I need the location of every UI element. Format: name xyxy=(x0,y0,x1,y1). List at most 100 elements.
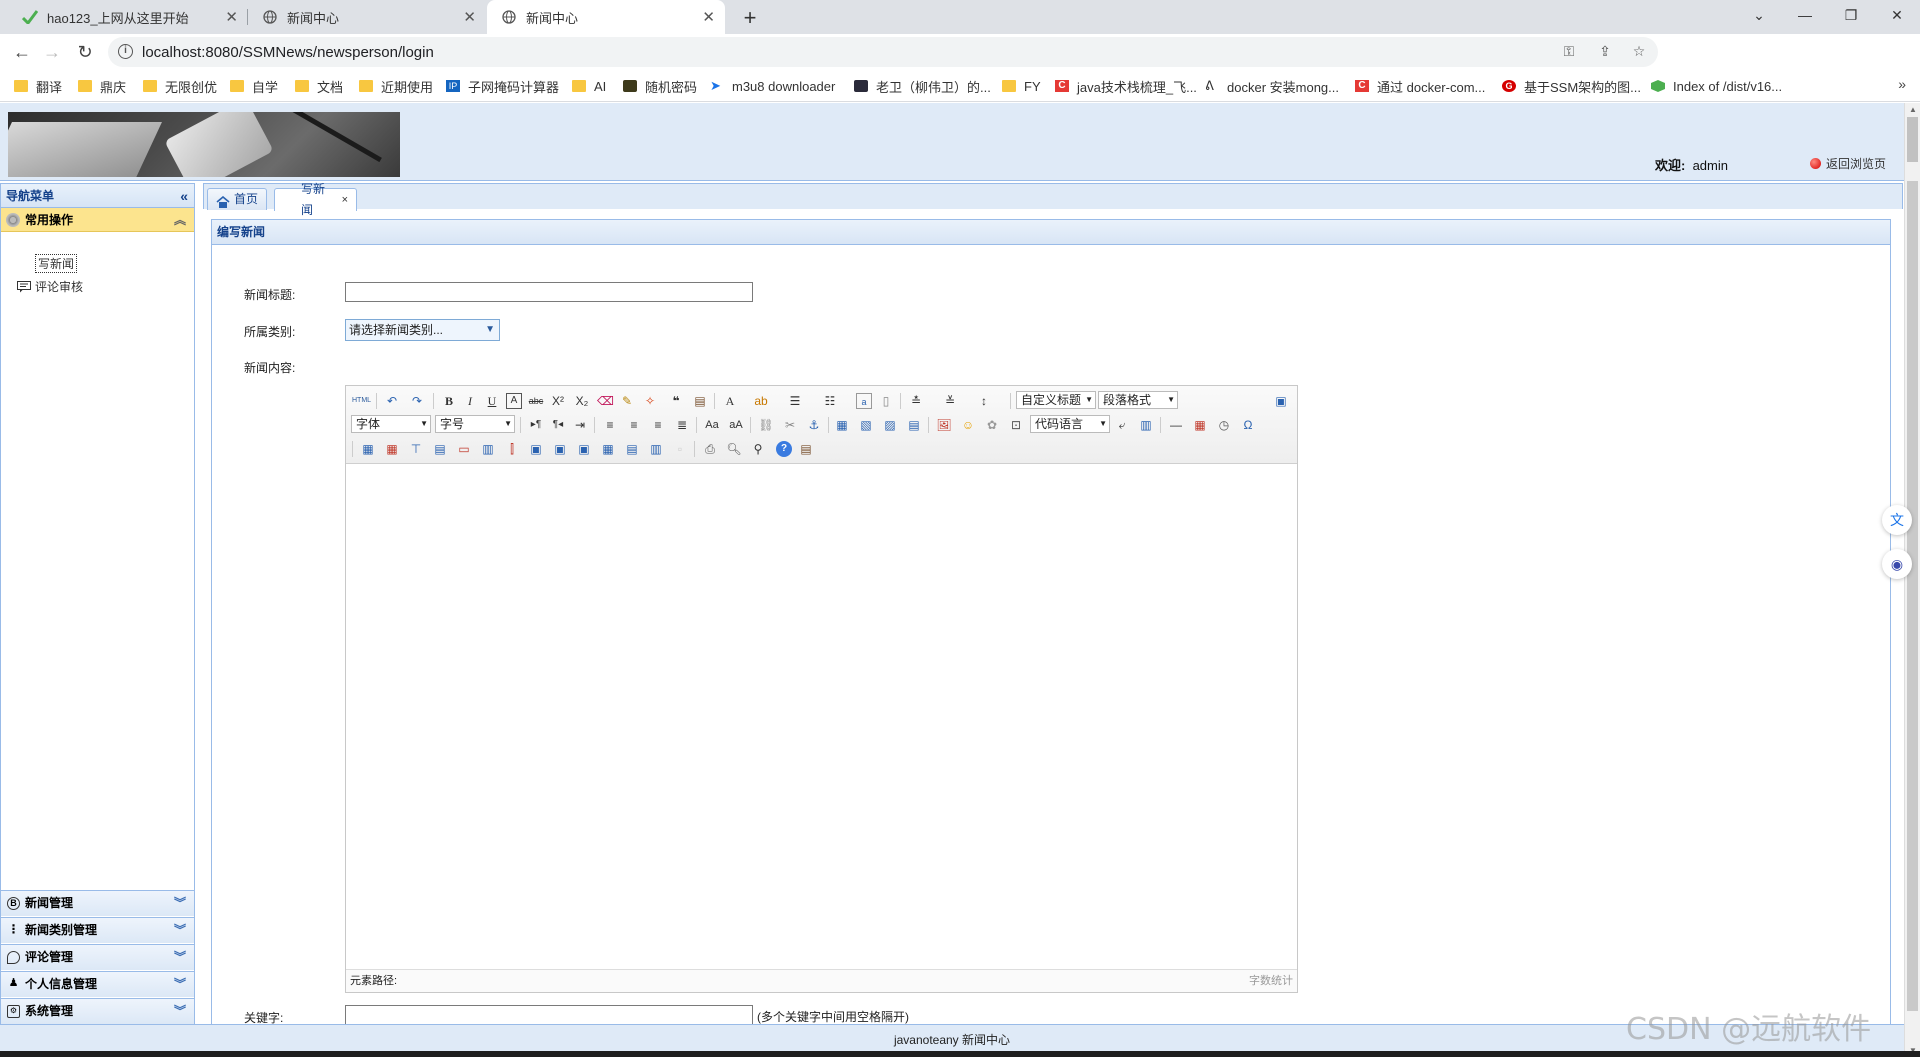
align-center-icon[interactable]: ≡ xyxy=(626,417,642,433)
select-all-icon[interactable]: a xyxy=(856,393,872,409)
minimize-button[interactable]: — xyxy=(1782,0,1828,30)
split-to-cols-icon[interactable]: ▥ xyxy=(648,441,664,457)
font-family-select[interactable]: 字体 ▼ xyxy=(351,415,431,433)
url-text[interactable]: localhost:8080/SSMNews/newsperson/login xyxy=(142,44,434,61)
font-size-select[interactable]: 字号 ▼ xyxy=(435,415,515,433)
news-title-input[interactable] xyxy=(345,282,753,302)
restore-button[interactable]: ❐ xyxy=(1828,0,1874,30)
chevron-down-icon[interactable]: ︾ xyxy=(174,999,186,1024)
bookmark-item[interactable]: AI xyxy=(572,77,606,95)
lowercase-icon[interactable]: aA xyxy=(728,417,744,433)
reload-icon[interactable]: ↻ xyxy=(73,41,97,63)
chevron-down-icon[interactable]: ︾ xyxy=(174,972,186,997)
rtl-direction-icon[interactable]: ¶◂ xyxy=(550,417,566,433)
clear-doc-icon[interactable]: ▯ xyxy=(878,393,894,409)
bookmark-item[interactable]: 老卫（柳伟卫）的... xyxy=(854,77,991,95)
row-spacing-bottom-icon[interactable]: ≚ xyxy=(942,393,958,409)
fullscreen-icon[interactable]: ▣ xyxy=(1273,393,1289,409)
split-to-cells-icon[interactable]: ▦ xyxy=(600,441,616,457)
bookmark-item[interactable]: IP 子网掩码计算器 xyxy=(446,77,559,95)
format-brush-icon[interactable]: ✎ xyxy=(619,393,635,409)
bookmark-item[interactable]: ➤ m3u8 downloader xyxy=(710,77,835,95)
bookmark-item[interactable]: 随机密码 xyxy=(623,77,697,95)
uppercase-icon[interactable]: Aa xyxy=(704,417,720,433)
close-window-button[interactable]: ✕ xyxy=(1874,0,1920,30)
close-tab-icon[interactable]: ✕ xyxy=(463,8,476,26)
help-icon[interactable]: ? xyxy=(776,441,792,457)
merge-right-icon[interactable]: ▣ xyxy=(552,441,568,457)
strikethrough-icon[interactable]: abc xyxy=(528,393,544,409)
ltr-direction-icon[interactable]: ▸¶ xyxy=(528,417,544,433)
bookmark-item[interactable]: 近期使用 xyxy=(359,77,433,95)
password-key-icon[interactable]: ⚿ xyxy=(1560,43,1578,61)
group-common-actions[interactable]: 常用操作 ︽ xyxy=(1,208,194,232)
translate-icon[interactable]: 文 xyxy=(1882,505,1912,535)
font-color-icon[interactable]: A xyxy=(722,393,738,409)
sidebar-item-comment-review[interactable]: 评论审核 xyxy=(17,278,83,295)
group-system-management[interactable]: ⚙ 系统管理 ︾ xyxy=(1,998,194,1024)
assistant-face-icon[interactable]: ◉ xyxy=(1882,549,1912,579)
anchor-icon[interactable]: ⚓ xyxy=(806,417,822,433)
merge-down-icon[interactable]: ▣ xyxy=(576,441,592,457)
background-icon[interactable]: ▫ xyxy=(672,441,688,457)
insert-row-icon[interactable]: ▤ xyxy=(432,441,448,457)
ordered-list-icon[interactable]: ☰ xyxy=(787,393,803,409)
image-center-icon[interactable]: ▤ xyxy=(906,417,922,433)
bookmark-item[interactable]: C 通过 docker-com... xyxy=(1355,77,1485,95)
font-border-icon[interactable]: A xyxy=(506,393,522,409)
bookmark-item[interactable]: 鼎庆 xyxy=(78,77,126,95)
bookmark-item[interactable]: FY xyxy=(1002,77,1041,95)
back-arrow-icon[interactable]: ← xyxy=(10,41,34,63)
chevron-down-icon[interactable]: ︾ xyxy=(174,891,186,916)
bookmark-item[interactable]: 自学 xyxy=(230,77,278,95)
editor-content-area[interactable] xyxy=(346,465,1297,970)
bookmark-item[interactable]: 翻译 xyxy=(14,77,62,95)
custom-heading-select[interactable]: 自定义标题 ▼ xyxy=(1016,391,1096,409)
date-icon[interactable]: ▦ xyxy=(1192,417,1208,433)
image-float-right-icon[interactable]: ▨ xyxy=(882,417,898,433)
bold-icon[interactable]: B xyxy=(441,393,457,409)
unlink-icon[interactable]: ✂ xyxy=(782,417,798,433)
align-justify-icon[interactable]: ≣ xyxy=(674,417,690,433)
image-float-none-icon[interactable]: ▦ xyxy=(834,417,850,433)
merge-cells-icon[interactable]: ▣ xyxy=(528,441,544,457)
align-right-icon[interactable]: ≡ xyxy=(650,417,666,433)
row-spacing-top-icon[interactable]: ≛ xyxy=(908,393,924,409)
align-left-icon[interactable]: ≡ xyxy=(602,417,618,433)
scroll-up-icon[interactable]: ▲ xyxy=(1905,105,1920,114)
bookmark-item[interactable]: Cjava技术栈梳理_飞... xyxy=(1055,77,1197,95)
horizontal-rule-icon[interactable]: — xyxy=(1168,417,1184,433)
image-icon[interactable]: 🖼 xyxy=(936,417,952,433)
new-tab-button[interactable]: + xyxy=(737,5,763,31)
unordered-list-icon[interactable]: ☷ xyxy=(822,393,838,409)
group-news-category-management[interactable]: ⋮ 新闻类别管理 ︾ xyxy=(1,917,194,943)
preview-icon[interactable]: 🔍︎ xyxy=(726,441,742,457)
split-to-rows-icon[interactable]: ▤ xyxy=(624,441,640,457)
chevron-down-icon[interactable]: ︾ xyxy=(174,918,186,943)
bookmark-item[interactable]: Index of /dist/v16... xyxy=(1651,77,1782,95)
emotion-icon[interactable]: ☺ xyxy=(960,417,976,433)
chevron-up-icon[interactable]: ︽ xyxy=(174,208,186,232)
undo-icon[interactable]: ↶ xyxy=(384,393,400,409)
html-source-icon[interactable]: HTML xyxy=(352,393,371,409)
auto-format-icon[interactable]: ✧ xyxy=(642,393,658,409)
eraser-icon[interactable]: ⌫ xyxy=(597,393,614,409)
scrollbar-thumb[interactable] xyxy=(1907,117,1918,162)
search-replace-icon[interactable]: ⚲ xyxy=(750,441,766,457)
print-icon[interactable]: ⎙ xyxy=(702,441,718,457)
insert-col-icon[interactable]: ▥ xyxy=(480,441,496,457)
close-tab-icon[interactable]: ✕ xyxy=(225,8,238,26)
italic-icon[interactable]: I xyxy=(462,393,478,409)
underline-icon[interactable]: U xyxy=(484,393,500,409)
bookmark-item[interactable]: 无限创优 xyxy=(143,77,217,95)
image-float-left-icon[interactable]: ▧ xyxy=(858,417,874,433)
line-height-icon[interactable]: ↕ xyxy=(976,393,992,409)
bookmark-item[interactable]: G 基于SSM架构的图... xyxy=(1502,77,1641,95)
close-tab-icon[interactable]: × xyxy=(342,190,348,211)
share-icon[interactable]: ⇪ xyxy=(1596,43,1614,61)
scrollbar-thumb-inner[interactable] xyxy=(1907,181,1918,1011)
bookmark-item[interactable]: 文档 xyxy=(295,77,343,95)
site-info-icon[interactable]: i xyxy=(118,44,133,59)
address-bar[interactable]: i localhost:8080/SSMNews/newsperson/logi… xyxy=(108,37,1658,67)
paste-plain-icon[interactable]: ▤ xyxy=(692,393,708,409)
